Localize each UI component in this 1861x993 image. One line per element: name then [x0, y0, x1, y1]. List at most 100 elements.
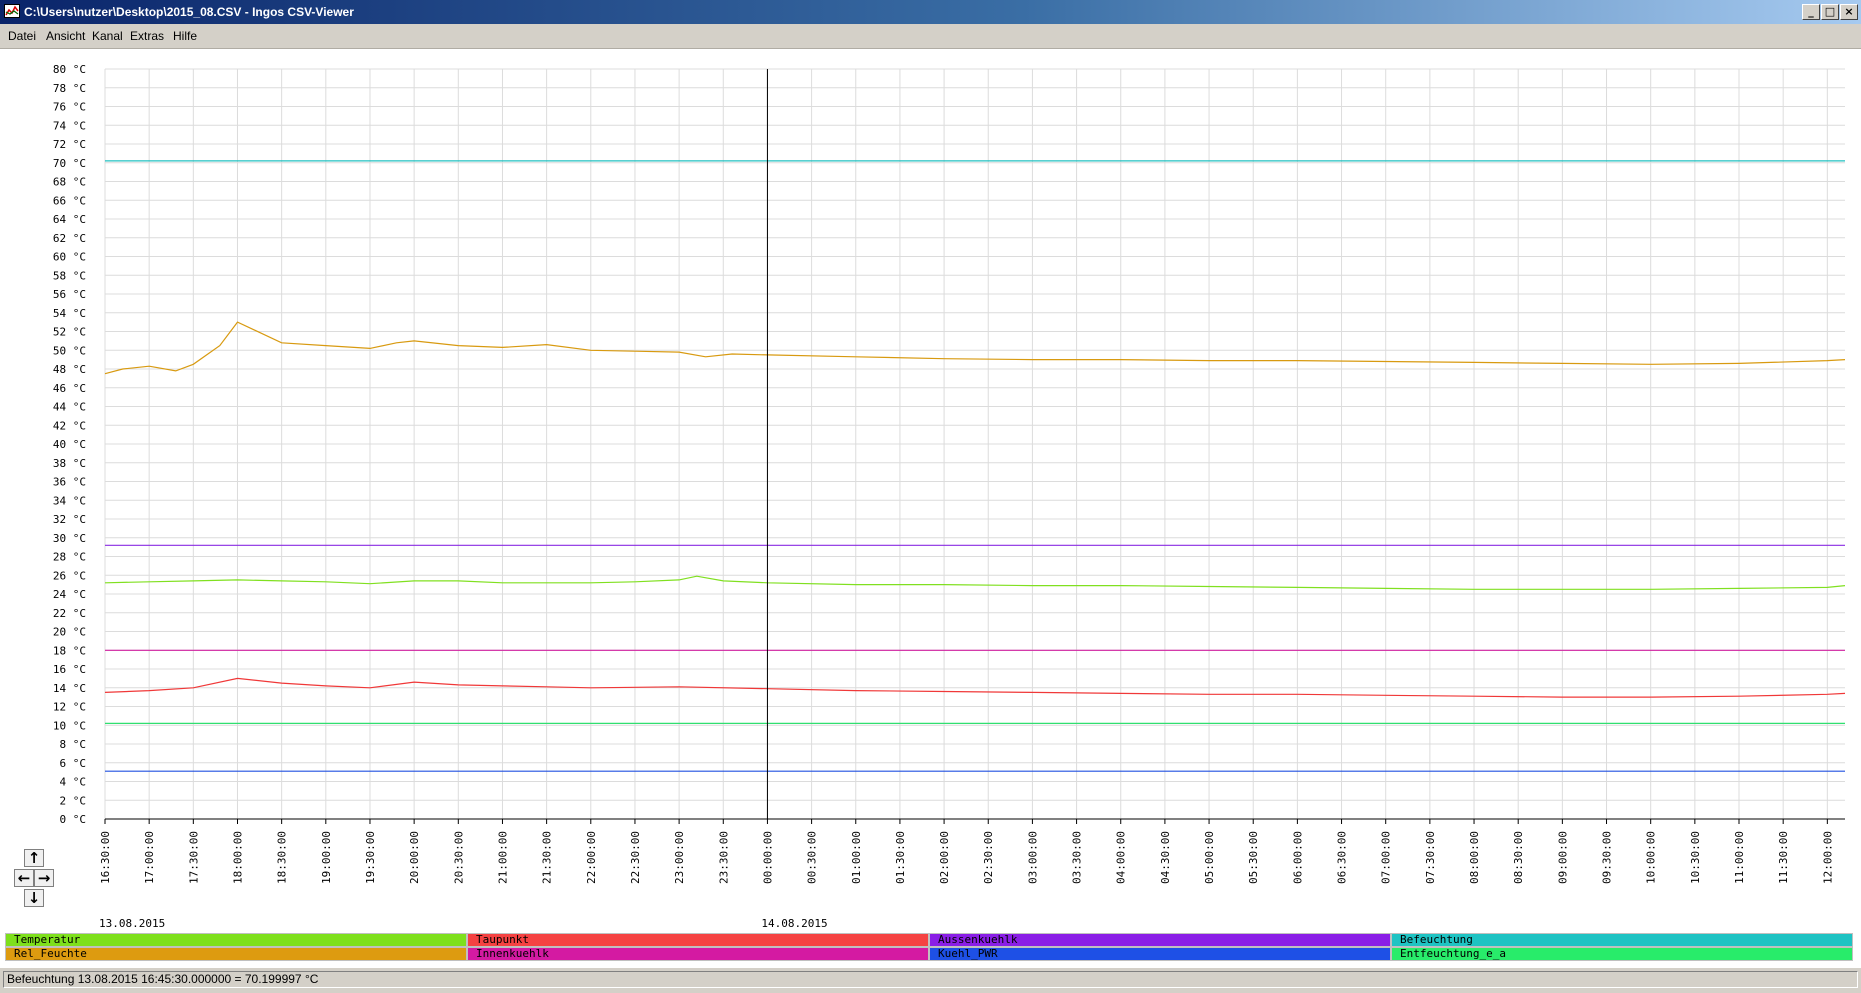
y-tick-label: 0 °C — [60, 813, 87, 826]
x-tick-label: 09:30:00 — [1601, 831, 1614, 884]
scroll-up-arrow-icon[interactable]: ↑ — [24, 849, 44, 867]
x-tick-label: 06:30:00 — [1336, 831, 1349, 884]
x-tick-label: 19:00:00 — [320, 831, 333, 884]
title-bar: C:\Users\nutzer\Desktop\2015_08.CSV - In… — [0, 0, 1861, 24]
x-tick-label: 11:30:00 — [1777, 831, 1790, 884]
x-tick-label: 03:30:00 — [1071, 831, 1084, 884]
scroll-down-arrow-icon[interactable]: ↓ — [24, 889, 44, 907]
y-tick-label: 46 °C — [53, 382, 86, 395]
y-tick-label: 14 °C — [53, 682, 86, 695]
y-tick-label: 30 °C — [53, 532, 86, 545]
y-tick-label: 22 °C — [53, 607, 86, 620]
y-tick-label: 68 °C — [53, 176, 86, 189]
y-tick-label: 52 °C — [53, 326, 86, 339]
date-label: 14.08.2015 — [761, 917, 827, 930]
y-tick-label: 2 °C — [60, 794, 87, 807]
scroll-left-arrow-icon[interactable]: ← — [14, 869, 34, 887]
menu-kanal[interactable]: Kanal — [92, 29, 123, 43]
chart-area[interactable]: 80 °C 78 °C 76 °C 74 °C 72 °C 70 °C 68 °C 66 °C… — [0, 49, 1861, 967]
y-tick-label: 74 °C — [53, 119, 86, 132]
maximize-button[interactable]: □ — [1821, 4, 1839, 20]
y-tick-label: 42 °C — [53, 419, 86, 432]
x-tick-label: 07:00:00 — [1380, 831, 1393, 884]
y-tick-label: 36 °C — [53, 476, 86, 489]
x-tick-label: 20:30:00 — [452, 831, 465, 884]
x-tick-label: 23:00:00 — [673, 831, 686, 884]
y-tick-label: 38 °C — [53, 457, 86, 470]
series-line-temperatur — [104, 575, 1846, 590]
x-tick-label: 21:30:00 — [541, 831, 554, 884]
y-tick-label: 6 °C — [60, 757, 87, 770]
legend-item-taupunkt[interactable]: Taupunkt — [467, 933, 929, 947]
scroll-right-arrow-icon[interactable]: → — [34, 869, 54, 887]
menu-datei[interactable]: Datei — [8, 29, 36, 43]
x-tick-label: 01:30:00 — [894, 831, 907, 884]
x-tick-label: 05:30:00 — [1247, 831, 1260, 884]
y-tick-label: 16 °C — [53, 663, 86, 676]
menu-bar: Datei Ansicht Kanal Extras Hilfe — [0, 24, 1861, 49]
y-tick-label: 72 °C — [53, 138, 86, 151]
y-tick-label: 10 °C — [53, 719, 86, 732]
y-tick-label: 50 °C — [53, 344, 86, 357]
x-tick-label: 12:00:00 — [1821, 831, 1834, 884]
x-tick-label: 20:00:00 — [408, 831, 421, 884]
legend-item-befeuchtung[interactable]: Befeuchtung — [1391, 933, 1853, 947]
y-tick-label: 64 °C — [53, 213, 86, 226]
y-tick-label: 12 °C — [53, 701, 86, 714]
x-tick-label: 05:00:00 — [1203, 831, 1216, 884]
y-tick-label: 44 °C — [53, 401, 86, 414]
y-tick-label: 80 °C — [53, 63, 86, 76]
y-tick-label: 34 °C — [53, 494, 86, 507]
menu-ansicht[interactable]: Ansicht — [46, 29, 85, 43]
date-label: 13.08.2015 — [99, 917, 165, 930]
x-tick-label: 08:30:00 — [1512, 831, 1525, 884]
y-tick-label: 32 °C — [53, 513, 86, 526]
x-tick-label: 10:00:00 — [1645, 831, 1658, 884]
x-tick-label: 19:30:00 — [364, 831, 377, 884]
legend-item-rel-feuchte[interactable]: Rel_Feuchte — [5, 947, 467, 961]
status-readout: Befeuchtung 13.08.2015 16:45:30.000000 =… — [3, 971, 1858, 988]
x-tick-label: 18:00:00 — [231, 831, 244, 884]
x-tick-label: 04:00:00 — [1115, 831, 1128, 884]
y-tick-label: 70 °C — [53, 157, 86, 170]
x-tick-label: 16:30:00 — [99, 831, 112, 884]
x-tick-label: 07:30:00 — [1424, 831, 1437, 884]
series-line-rel-feuchte — [104, 321, 1846, 375]
x-tick-label: 06:00:00 — [1291, 831, 1304, 884]
y-tick-label: 40 °C — [53, 438, 86, 451]
x-tick-label: 00:00:00 — [761, 831, 774, 884]
y-tick-label: 4 °C — [60, 776, 87, 789]
legend-item-entfeuchtung-e-a[interactable]: Entfeuchtung_e_a — [1391, 947, 1853, 961]
y-tick-label: 18 °C — [53, 644, 86, 657]
y-tick-label: 76 °C — [53, 101, 86, 114]
chart-grid — [104, 68, 1845, 820]
legend-item-kuehl-pwr[interactable]: Kuehl_PWR — [929, 947, 1391, 961]
minimize-button[interactable]: _ — [1802, 4, 1820, 20]
x-tick-label: 03:00:00 — [1026, 831, 1039, 884]
x-tick-label: 22:00:00 — [585, 831, 598, 884]
x-tick-label: 02:00:00 — [938, 831, 951, 884]
legend-item-aussenkuehlk[interactable]: Aussenkuehlk — [929, 933, 1391, 947]
x-tick-label: 09:00:00 — [1556, 831, 1569, 884]
y-tick-label: 58 °C — [53, 269, 86, 282]
menu-hilfe[interactable]: Hilfe — [173, 29, 197, 43]
legend-item-innenkuehlk[interactable]: Innenkuehlk — [467, 947, 929, 961]
x-tick-label: 17:30:00 — [187, 831, 200, 884]
y-tick-label: 8 °C — [60, 738, 87, 751]
x-tick-label: 22:30:00 — [629, 831, 642, 884]
close-button[interactable]: × — [1840, 4, 1858, 20]
line-chart[interactable]: 80 °C 78 °C 76 °C 74 °C 72 °C 70 °C 68 °C 66 °C… — [0, 49, 1861, 967]
legend-item-temperatur[interactable]: Temperatur — [5, 933, 467, 947]
menu-extras[interactable]: Extras — [130, 29, 164, 43]
y-tick-label: 20 °C — [53, 626, 86, 639]
x-tick-label: 01:00:00 — [850, 831, 863, 884]
y-tick-label: 78 °C — [53, 82, 86, 95]
window-title: C:\Users\nutzer\Desktop\2015_08.CSV - In… — [24, 5, 354, 19]
y-tick-label: 56 °C — [53, 288, 86, 301]
y-tick-label: 26 °C — [53, 569, 86, 582]
x-tick-label: 00:30:00 — [806, 831, 819, 884]
y-tick-label: 54 °C — [53, 307, 86, 320]
status-bar: Befeuchtung 13.08.2015 16:45:30.000000 =… — [0, 967, 1861, 993]
y-tick-label: 62 °C — [53, 232, 86, 245]
x-tick-label: 18:30:00 — [276, 831, 289, 884]
